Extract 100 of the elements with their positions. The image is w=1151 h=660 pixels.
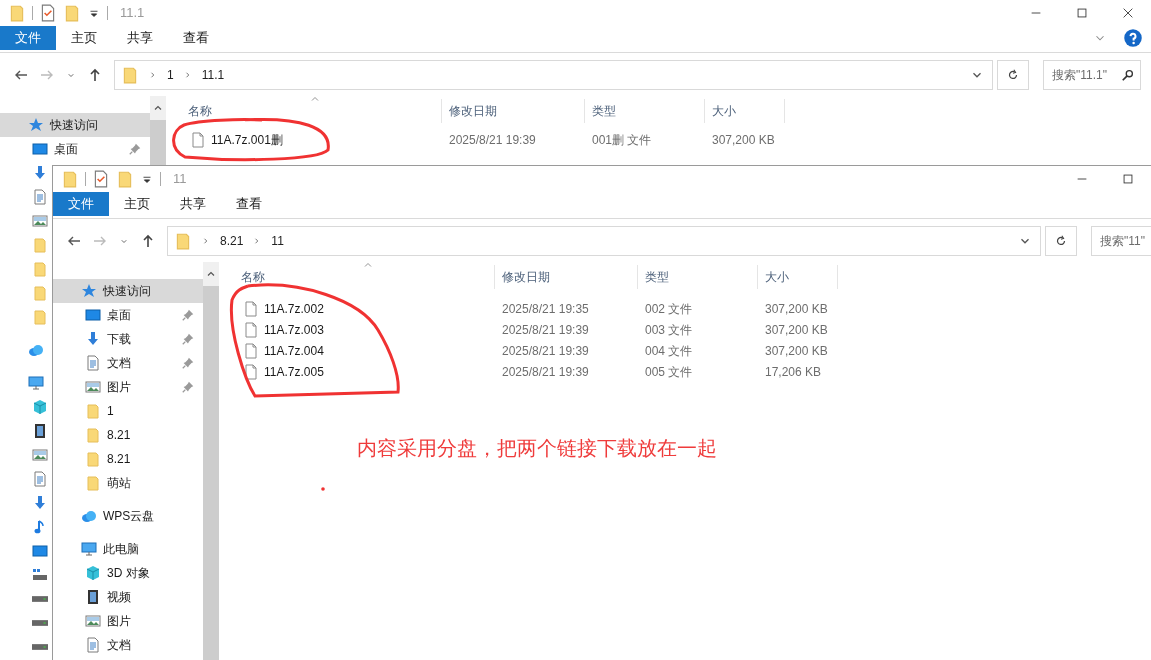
folder-icon [32, 285, 48, 301]
folder-icon [63, 4, 81, 22]
breadcrumb[interactable]: 1 [167, 66, 174, 84]
sidebar-item[interactable]: 1 [53, 399, 203, 423]
window-title: 11.1 [120, 4, 145, 23]
file-icon [190, 131, 206, 148]
sidebar-item[interactable]: 下载 [53, 327, 203, 351]
ribbon-tab[interactable]: 文件 [53, 192, 109, 216]
desktop-icon [32, 543, 48, 559]
window-title: 11 [173, 170, 187, 189]
address-bar[interactable]: 8.21 11 [167, 226, 1041, 256]
annotation-text: 内容采用分盘，把两个链接下载放在一起 [357, 436, 717, 461]
ribbon-tab[interactable]: 主页 [56, 26, 112, 50]
file-size: 17,206 KB [764, 364, 822, 379]
computer-icon [28, 375, 44, 391]
film-icon [32, 423, 48, 439]
checklist-icon [39, 4, 57, 22]
document-icon [32, 189, 48, 205]
file-type: 004 文件 [644, 343, 693, 358]
folder-icon [85, 451, 101, 467]
file-size: 307,200 KB [711, 132, 775, 147]
modified-date: 2025/8/21 19:35 [501, 301, 589, 316]
folder-icon [85, 427, 101, 443]
network-drive-icon [32, 567, 48, 583]
document-icon [85, 637, 101, 653]
sidebar-item[interactable]: 3D 对象 [53, 561, 203, 585]
drive-icon [32, 596, 48, 602]
image-icon [32, 213, 48, 229]
ribbon-tab[interactable]: 文件 [0, 26, 56, 50]
sidebar-item[interactable]: 快速访问 [53, 279, 203, 303]
down-arrow-icon [85, 331, 101, 347]
ribbon-tab[interactable]: 共享 [165, 192, 221, 216]
refresh-button[interactable] [1045, 226, 1077, 256]
sidebar-item[interactable]: 图片 [53, 609, 203, 633]
folder-icon [32, 261, 48, 277]
sidebar-item[interactable]: 桌面 [0, 137, 150, 161]
sidebar-item[interactable]: 桌面 [53, 303, 203, 327]
sidebar-item[interactable]: WPS云盘 [53, 504, 203, 528]
down-arrow-icon [32, 165, 48, 181]
file-size: 307,200 KB [764, 322, 828, 337]
checklist-icon [92, 170, 110, 188]
sidebar-item[interactable]: 此电脑 [53, 537, 203, 561]
file-icon [243, 363, 259, 380]
file-name[interactable]: 11A.7z.005 [264, 362, 324, 381]
sidebar-item[interactable]: 快速访问 [0, 113, 150, 137]
refresh-icon [1006, 68, 1020, 82]
breadcrumb[interactable]: 8.21 [220, 232, 244, 250]
modified-date: 2025/8/21 19:39 [501, 322, 589, 337]
file-name[interactable]: 11A.7z.004 [264, 341, 324, 360]
desktop-icon [85, 307, 101, 323]
folder-icon [61, 170, 79, 188]
column-header[interactable]: 修改日期 [442, 99, 585, 123]
column-header[interactable]: 名称 [166, 99, 442, 123]
ribbon-tab[interactable]: 查看 [168, 26, 224, 50]
scrollbar[interactable] [203, 262, 219, 660]
sidebar-item[interactable]: 文档 [53, 633, 203, 657]
drive-icon [32, 644, 48, 650]
breadcrumb[interactable]: 11.1 [201, 66, 225, 84]
sidebar-item[interactable]: 萌站 [53, 471, 203, 495]
sidebar-item[interactable]: 图片 [53, 375, 203, 399]
file-name[interactable]: 11A.7z.001删 [211, 130, 283, 149]
column-header[interactable]: 类型 [638, 265, 758, 289]
ribbon-tab[interactable]: 共享 [112, 26, 168, 50]
star-icon [28, 117, 44, 133]
column-header[interactable]: 名称 [219, 265, 495, 289]
search-field[interactable]: 搜索"11.1" [1043, 60, 1141, 90]
column-header[interactable]: 修改日期 [495, 265, 638, 289]
sidebar-item[interactable]: 8.21 [53, 447, 203, 471]
down-arrow-icon [32, 495, 48, 511]
document-icon [85, 355, 101, 371]
folder-icon [32, 237, 48, 253]
folder-icon [32, 309, 48, 325]
sidebar-item[interactable]: 文档 [53, 351, 203, 375]
close-icon [1121, 6, 1135, 20]
column-header[interactable]: 大小 [705, 99, 785, 123]
search-field[interactable]: 搜索"11" [1091, 226, 1151, 256]
column-header[interactable]: 类型 [585, 99, 705, 123]
sidebar-item[interactable]: 8.21 [53, 423, 203, 447]
annotation-dot [321, 487, 325, 491]
folder-icon [174, 232, 192, 250]
folder-icon [85, 403, 101, 419]
cube-icon [32, 399, 48, 415]
file-name[interactable]: 11A.7z.003 [264, 320, 324, 339]
folder-icon [121, 66, 139, 84]
sidebar-item[interactable]: 视频 [53, 585, 203, 609]
image-icon [32, 447, 48, 463]
file-icon [243, 342, 259, 359]
file-size: 307,200 KB [764, 301, 828, 316]
folder-icon [85, 475, 101, 491]
help-icon[interactable] [1123, 28, 1143, 48]
column-header[interactable]: 大小 [758, 265, 838, 289]
refresh-button[interactable] [997, 60, 1029, 90]
ribbon-tab[interactable]: 查看 [221, 192, 277, 216]
file-type: 005 文件 [644, 364, 693, 379]
address-bar[interactable]: 1 11.1 [114, 60, 993, 90]
file-name[interactable]: 11A.7z.002 [264, 299, 324, 318]
folder-icon [8, 4, 26, 22]
file-type: 002 文件 [644, 301, 693, 316]
breadcrumb[interactable]: 11 [271, 232, 284, 250]
ribbon-tab[interactable]: 主页 [109, 192, 165, 216]
